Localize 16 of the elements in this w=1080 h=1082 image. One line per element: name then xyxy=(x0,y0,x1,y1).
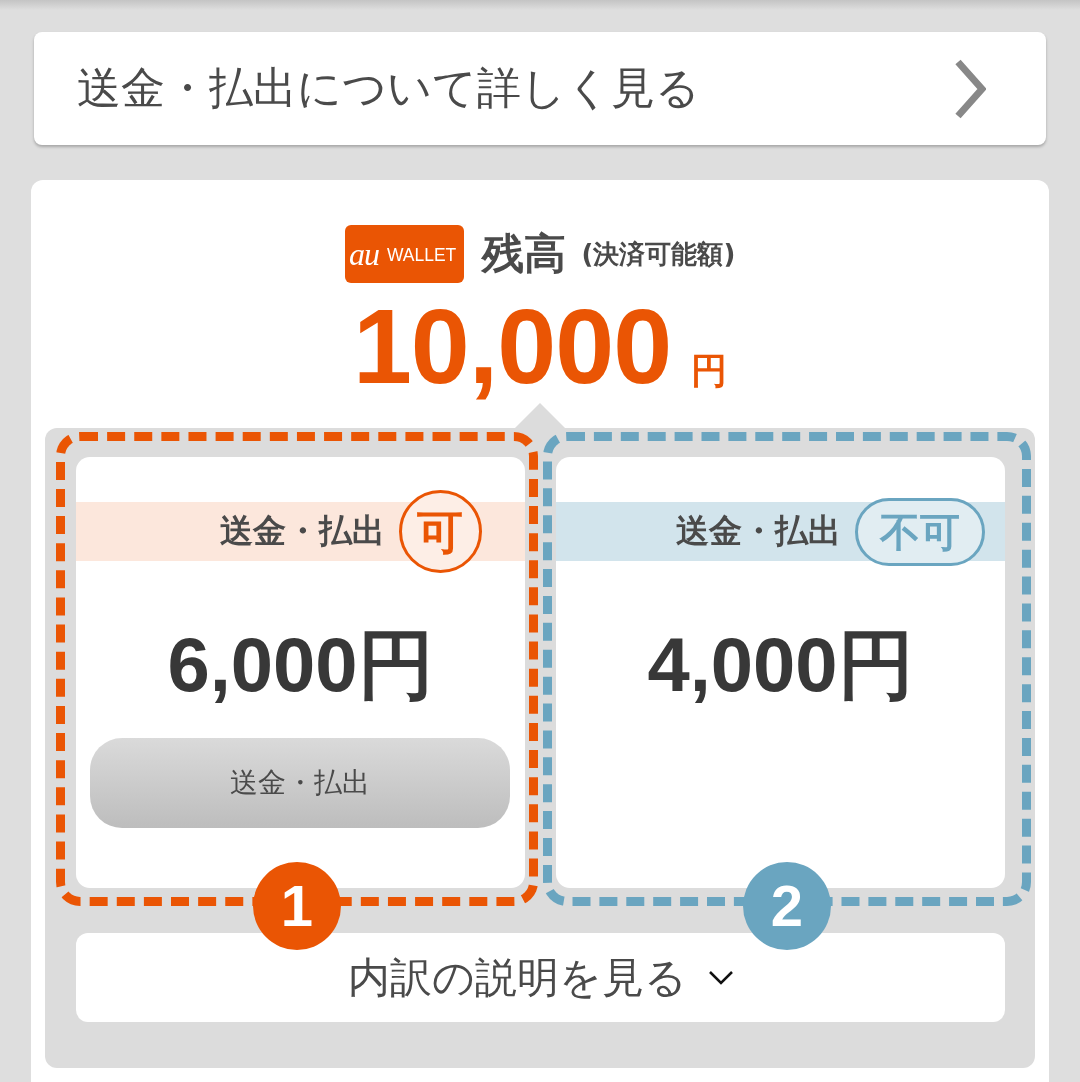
availability-badge: 可 xyxy=(398,490,482,574)
transfer-button[interactable]: 送金・払出 xyxy=(90,738,510,829)
currency-unit: 円 xyxy=(691,353,728,389)
chevron-right-icon xyxy=(954,58,986,119)
availability-badge: 不可 xyxy=(855,497,985,566)
transfer-label: 送金・払出 xyxy=(676,510,841,553)
logo-name-text: WALLET xyxy=(386,244,457,264)
transfer-label: 送金・払出 xyxy=(219,510,385,553)
wallet-amount: 4,000円 xyxy=(646,621,915,710)
balance-title: 残高 xyxy=(481,233,566,275)
wallet-amount: 6,000円 xyxy=(166,621,435,710)
balance-subtitle: (決済可能額) xyxy=(581,241,736,267)
balance-amount: 10,000 xyxy=(352,291,672,403)
details-link[interactable]: 送金・払出について詳しく見る xyxy=(34,32,1046,145)
logo-mark-text: au xyxy=(348,238,379,270)
breakdown-toggle[interactable]: 内訳の説明を見る xyxy=(76,933,1005,1023)
